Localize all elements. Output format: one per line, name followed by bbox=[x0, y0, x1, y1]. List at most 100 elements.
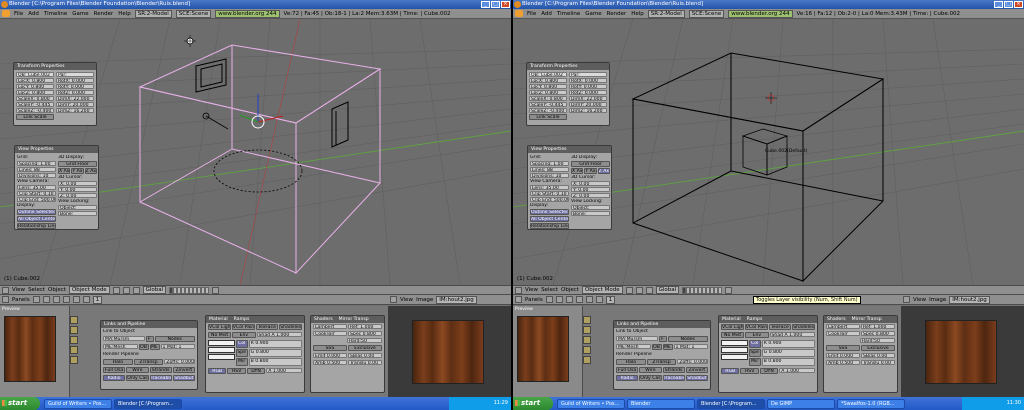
mesh-name-field[interactable]: ME:Mesh bbox=[616, 344, 651, 349]
relationship-lines-button[interactable]: Relationship Lines bbox=[17, 223, 56, 229]
scale-x-field[interactable]: ScaleX: 0.800 bbox=[16, 96, 54, 101]
draw-type-icon[interactable] bbox=[112, 286, 120, 294]
ramps-tab[interactable]: Ramps bbox=[747, 316, 763, 323]
image-window-type-icon[interactable] bbox=[903, 296, 910, 303]
zoffs-field[interactable]: Zoffs: 0.000 bbox=[164, 359, 196, 364]
texface-button[interactable]: TexFace bbox=[255, 324, 279, 330]
frame-number-field[interactable]: 1 bbox=[92, 295, 103, 304]
lens-field[interactable]: Lens: 35.00 bbox=[530, 185, 569, 190]
spec-field[interactable]: Spec 0.800 bbox=[348, 331, 382, 336]
transform-properties-panel[interactable]: Transform Properties OB: Cube.002 LocX: … bbox=[13, 62, 97, 126]
env-button[interactable]: Env bbox=[232, 332, 256, 338]
cursor-z-field[interactable]: Z: 0.00 bbox=[58, 193, 97, 198]
dim-y-field[interactable]: DimY: 20.000 bbox=[569, 102, 607, 107]
menu-view[interactable]: View bbox=[525, 287, 538, 293]
object-name-field[interactable]: OB: Cube.002 bbox=[529, 72, 567, 77]
menu-render[interactable]: Render bbox=[607, 11, 627, 17]
b-value-field[interactable]: B 0.800 bbox=[761, 358, 815, 366]
room-cube-wireframe[interactable] bbox=[631, 52, 885, 283]
taskbar-item-blender[interactable]: Blender [C:\Program... bbox=[697, 398, 765, 409]
object-context-icon[interactable] bbox=[575, 296, 583, 303]
close-button[interactable]: × bbox=[1014, 1, 1023, 8]
col-swatch[interactable] bbox=[721, 340, 748, 346]
scale-x-field[interactable]: ScaleX: 0.800 bbox=[529, 96, 567, 101]
vcol-light-button[interactable]: VCol Light bbox=[721, 324, 744, 330]
close-button[interactable]: × bbox=[501, 1, 510, 8]
window-frame-object[interactable] bbox=[195, 58, 227, 93]
spec-field[interactable]: Spec 0.800 bbox=[861, 331, 895, 336]
blender-logo-icon[interactable] bbox=[2, 10, 10, 17]
z-axis-button[interactable]: Z Axis bbox=[84, 168, 97, 174]
ramps-tab[interactable]: Ramps bbox=[234, 316, 250, 323]
3d-cursor[interactable] bbox=[184, 35, 196, 47]
grid-lines-field[interactable]: Lines: 88 bbox=[17, 167, 56, 172]
rot-x-field[interactable]: RotX: 0.000 bbox=[56, 78, 94, 83]
loc-z-field[interactable]: LocZ: 0.800 bbox=[16, 90, 54, 95]
logic-context-icon[interactable] bbox=[32, 296, 40, 303]
shadbuf-button[interactable]: Shadbut bbox=[172, 375, 195, 381]
shaders-tab[interactable]: Shaders bbox=[827, 316, 846, 323]
menu-object[interactable]: Object bbox=[561, 287, 579, 293]
material-panel[interactable]: Material Ramps VCol Light VCol Paint Tex… bbox=[205, 315, 305, 393]
menu-game[interactable]: Game bbox=[72, 11, 88, 17]
3d-viewport[interactable]: Transform Properties OB: Cube.002 LocX: … bbox=[0, 19, 511, 285]
preview-monkey-icon[interactable] bbox=[70, 346, 78, 354]
mir-swatch[interactable] bbox=[721, 354, 748, 360]
rot-y-field[interactable]: RotY: 0.000 bbox=[569, 84, 607, 89]
dim-z-field[interactable]: DimZ: 16.200 bbox=[569, 108, 607, 113]
scale-z-field[interactable]: ScaleZ: -0.400 bbox=[529, 108, 567, 113]
emit-field[interactable]: Emit 0.000 bbox=[313, 353, 347, 358]
scale-y-field[interactable]: ScaleY: -0.445 bbox=[529, 102, 567, 107]
mir-swatch[interactable] bbox=[208, 354, 235, 360]
outline-selected-button[interactable]: Outline Selected bbox=[17, 209, 56, 215]
object-context-icon[interactable] bbox=[62, 296, 70, 303]
relationship-lines-button[interactable]: Relationship Lines bbox=[530, 223, 569, 229]
maximize-button[interactable]: □ bbox=[491, 1, 500, 8]
rot-z-field[interactable]: RotZ: 0.000 bbox=[56, 90, 94, 95]
3d-cursor[interactable] bbox=[765, 92, 777, 104]
no-mist-button[interactable]: No Mist bbox=[721, 332, 745, 338]
window-type-icon[interactable] bbox=[2, 286, 9, 294]
fake-user-button[interactable]: F bbox=[658, 336, 667, 342]
blender-logo-icon[interactable] bbox=[515, 10, 523, 17]
minimize-button[interactable]: _ bbox=[994, 1, 1003, 8]
layer-10[interactable] bbox=[205, 286, 210, 294]
menu-help[interactable]: Help bbox=[631, 11, 644, 17]
editing-context-icon[interactable] bbox=[585, 296, 593, 303]
vcol-paint-button[interactable]: VCol Paint bbox=[744, 324, 768, 330]
script-context-icon[interactable] bbox=[42, 296, 50, 303]
menu-object[interactable]: Object bbox=[48, 287, 66, 293]
scene-selector[interactable]: SCE:Scene bbox=[688, 9, 725, 18]
buttons-window-type-icon[interactable] bbox=[515, 296, 522, 303]
menu-timeline[interactable]: Timeline bbox=[44, 11, 67, 17]
clip-start-field[interactable]: Clip Start: 0.10 bbox=[530, 191, 569, 196]
sbias-field[interactable]: SBias 0.00 bbox=[348, 353, 382, 358]
grid-divisions-field[interactable]: Divisions: 10 bbox=[530, 173, 569, 178]
cursor-x-field[interactable]: X: 0.00 bbox=[58, 181, 97, 186]
shadeless-button[interactable]: Shadeless bbox=[279, 324, 302, 330]
loc-y-field[interactable]: LocY: 0.800 bbox=[16, 84, 54, 89]
lock-icon[interactable] bbox=[212, 286, 220, 294]
mirror-transp-tab[interactable]: Mirror Transp bbox=[852, 316, 882, 323]
ob-link-button[interactable]: OB bbox=[138, 344, 149, 350]
grid-spacing-field[interactable]: Spacing: 1.00 bbox=[530, 161, 569, 166]
ztransp-button[interactable]: ZTransp bbox=[133, 359, 164, 365]
loc-x-field[interactable]: LocX: 0.800 bbox=[16, 78, 54, 83]
dim-y-field[interactable]: DimY: 20.000 bbox=[56, 102, 94, 107]
menu-file[interactable]: File bbox=[527, 11, 536, 17]
blender-url-link[interactable]: www.blender.org 244 bbox=[215, 9, 280, 18]
exclusive-button[interactable]: Exclusive bbox=[348, 345, 382, 351]
taskbar-item-gimp[interactable]: De GIMP bbox=[767, 398, 835, 409]
room-cube-selected[interactable] bbox=[138, 44, 382, 275]
links-panel-title[interactable]: Links and Pipeline bbox=[614, 321, 710, 328]
specular-shader-select[interactable]: CookTorr bbox=[313, 331, 347, 336]
links-panel-title[interactable]: Links and Pipeline bbox=[101, 321, 197, 328]
col-swatch[interactable] bbox=[208, 340, 235, 346]
mat-count-field[interactable]: 1 Mat: 1 bbox=[160, 344, 195, 349]
preview-sphere-icon[interactable] bbox=[583, 326, 591, 334]
radio-button[interactable]: Radio bbox=[616, 375, 639, 381]
transform-properties-panel[interactable]: Transform Properties OB: Cube.002 LocX: … bbox=[526, 62, 610, 126]
dim-z-field[interactable]: DimZ: 16.200 bbox=[56, 108, 94, 113]
y-axis-button[interactable]: Y Axis bbox=[71, 168, 84, 174]
zinvert-button[interactable]: Zinvert bbox=[172, 367, 195, 373]
